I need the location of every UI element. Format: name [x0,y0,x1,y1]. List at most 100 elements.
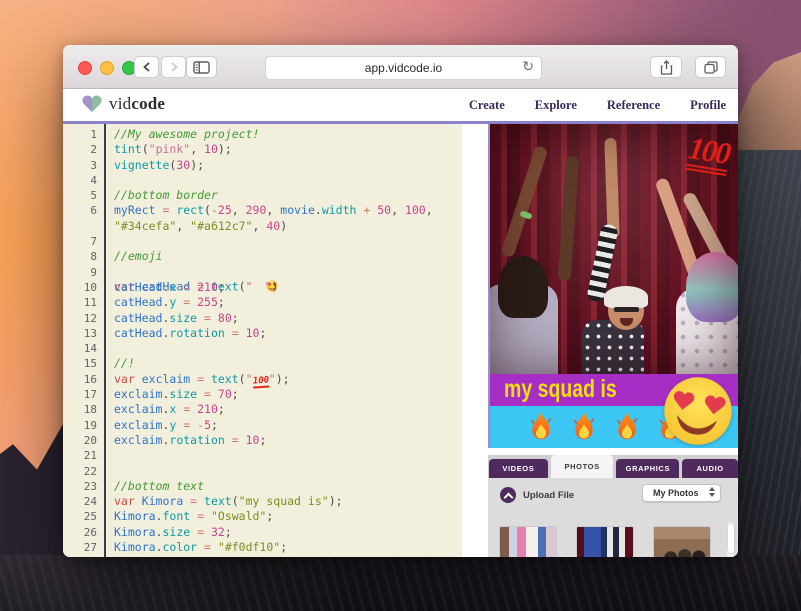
code-token: exclaim [114,387,162,401]
photo-thumbnail-3[interactable] [654,527,710,557]
code-line: 13catHead.rotation = 10; [63,326,462,341]
code-token: = [176,280,197,294]
line-number: 21 [63,448,104,463]
figure-arm [558,156,580,282]
code-token: 30 [176,158,190,172]
share-button[interactable] [650,56,682,78]
code-token: //bottom text [114,479,204,493]
close-button[interactable] [78,61,92,75]
code-token: ; [225,525,232,539]
code-token: 10 [204,142,218,156]
vidcode-logo[interactable]: vidcode [81,94,165,114]
collection-select[interactable]: My Photos [642,484,721,502]
library-panel: Upload File My Photos [488,478,738,557]
upload-file-button[interactable]: Upload File [500,487,574,503]
code-token: text [211,372,239,386]
code-token: ; [218,280,225,294]
code-editor[interactable]: 1//My awesome project!2tint("pink", 10);… [63,124,462,557]
reload-icon[interactable]: ↻ [522,58,534,75]
code-line: 3vignette(30); [63,158,462,173]
code-line: 22 [63,464,462,479]
tab-graphics[interactable]: GRAPHICS [616,459,679,478]
code-line: 24var Kimora = text("my squad is"); [63,494,462,509]
line-number: 22 [63,464,104,479]
code-token: 25 [218,203,232,217]
forward-icon [169,61,179,73]
code-token: 32 [211,525,225,539]
video-preview[interactable]: 100 my squad is [488,124,738,448]
code-token: rotation [169,433,224,447]
code-token: ); [218,142,232,156]
nav-explore[interactable]: Explore [535,98,577,113]
figure-arm [681,191,738,285]
figure-torso [488,284,558,380]
code-token: text [204,494,232,508]
figure-arm [501,145,549,258]
code-line: 5 //bottom border [63,188,462,203]
hundred-emoji-inline: 100 [252,376,269,388]
figure-striped-sleeve [586,223,619,303]
line-number: 1 [63,127,104,142]
code-token: 40 [266,219,280,233]
code-token: , [391,203,405,217]
code-line: 16var exclaim = text("100"); [63,372,462,387]
tab-photos[interactable]: PHOTOS [551,455,614,478]
code-token: ); [329,494,343,508]
line-number: 4 [63,173,104,188]
code-token: ) [280,219,287,233]
line-number: 2 [63,142,104,157]
code-token: ; [259,433,266,447]
tab-audio[interactable]: AUDIO [682,459,738,478]
code-token: "pink" [149,142,191,156]
line-number: 12 [63,311,104,326]
sidebar-icon [193,61,210,74]
tab-overview-button[interactable] [695,56,726,78]
code-token: movie [280,203,315,217]
code-token: + [356,203,377,217]
code-token: size [169,387,197,401]
line-number: 19 [63,418,104,433]
code-token: 210 [197,280,218,294]
code-token: , [426,203,433,217]
minimize-button[interactable] [100,61,114,75]
select-stepper-icon [709,487,715,497]
photo-thumbnail-2[interactable] [577,527,633,557]
code-token: = [156,203,177,217]
line-number: 23 [63,479,104,494]
code-token: //My awesome project! [114,127,259,141]
line-number: 13 [63,326,104,341]
figure-arm [604,138,619,238]
forward-button[interactable] [161,56,186,78]
code-line: 18exclaim.x = 210; [63,402,462,417]
nav-profile[interactable]: Profile [690,98,726,113]
code-token: = [176,418,197,432]
code-token: = [190,525,211,539]
sidebar-toggle-button[interactable] [186,56,217,78]
photo-thumbnail-1[interactable] [500,527,556,557]
tab-videos[interactable]: VIDEOS [489,459,548,478]
library-scrollbar[interactable] [727,522,734,557]
code-token: 255 [197,295,218,309]
line-number: 17 [63,387,104,402]
heart-logo-icon [81,94,103,114]
code-line: 1 //My awesome project! [63,127,462,142]
scrollbar-thumb[interactable] [728,524,734,553]
line-number: 25 [63,509,104,524]
nav-create[interactable]: Create [469,98,505,113]
code-token: ; [218,295,225,309]
code-line: 10catHead.x = 210; [63,280,462,295]
code-token: "my squad is" [239,494,329,508]
code-token: rotation [169,326,224,340]
nav-reference[interactable]: Reference [607,98,660,113]
code-token: color [162,540,197,554]
code-token: //bottom border [114,188,218,202]
code-token: catHead [114,295,162,309]
code-token: font [162,509,190,523]
back-button[interactable] [134,56,159,78]
code-token: exclaim [142,372,190,386]
line-number: 20 [63,433,104,448]
code-token: = [197,311,218,325]
line-number: 5 [63,188,104,203]
code-token: 5 [204,418,211,432]
address-bar[interactable]: app.vidcode.io ↻ [265,56,542,80]
